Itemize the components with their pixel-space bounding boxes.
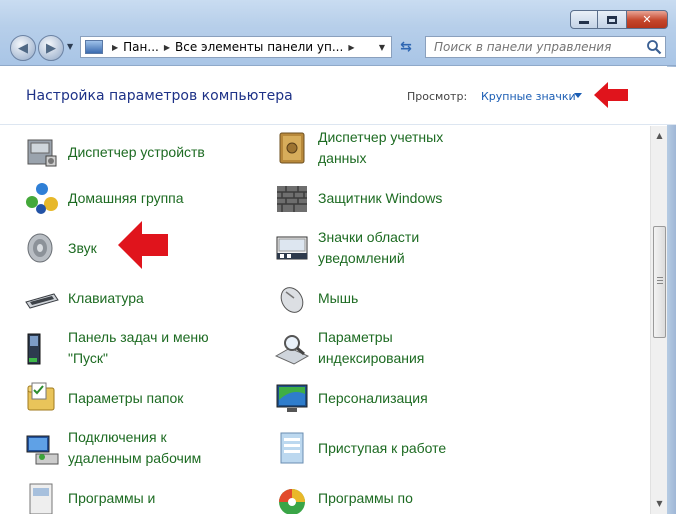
item-label: Приступая к работе <box>318 439 447 456</box>
address-bar[interactable]: ▶ Пан... ▶ Все элементы панели уп... ▶ ▼ <box>80 36 392 58</box>
item-notification-icons[interactable]: Значки области уведомлений <box>274 226 488 270</box>
getting-started-icon <box>280 432 304 464</box>
item-credential-manager[interactable]: Диспетчер учетных данных <box>274 126 488 170</box>
item-personalization[interactable]: Персонализация <box>274 376 488 420</box>
item-keyboard[interactable]: Клавиатура <box>24 276 238 320</box>
item-programs[interactable]: Программы и <box>24 476 238 514</box>
arrow-right-icon: ▶ <box>46 40 56 56</box>
chevron-down-icon: ▼ <box>378 42 386 52</box>
device-manager-icon <box>27 139 57 167</box>
minimize-icon <box>579 21 589 24</box>
item-getting-started[interactable]: Приступая к работе <box>274 426 488 470</box>
arrow-left-icon: ◀ <box>18 40 28 56</box>
item-label: Параметры индексирования <box>318 329 425 366</box>
item-label: Домашняя группа <box>68 189 184 206</box>
item-homegroup[interactable]: Домашняя группа <box>24 176 238 220</box>
item-windows-defender[interactable]: Защитник Windows <box>274 176 488 220</box>
view-mode-dropdown[interactable]: Крупные значки <box>481 90 576 103</box>
scroll-thumb[interactable] <box>653 226 666 338</box>
content-header: Настройка параметров компьютера Просмотр… <box>0 67 676 125</box>
item-folder-options[interactable]: Параметры папок <box>24 376 238 420</box>
close-icon: ✕ <box>642 13 652 26</box>
keyboard-icon <box>25 293 59 309</box>
item-label: Диспетчер устройств <box>68 143 205 160</box>
item-label: Диспетчер учетных данных <box>318 129 444 166</box>
item-label: Панель задач и меню "Пуск" <box>68 329 209 366</box>
close-button[interactable]: ✕ <box>626 10 668 29</box>
item-label: Значки области уведомлений <box>318 229 420 266</box>
breadcrumb-item[interactable]: Пан... <box>123 40 159 54</box>
view-label: Просмотр: <box>407 90 468 103</box>
taskbar-icon <box>27 333 41 365</box>
item-label: Персонализация <box>318 389 428 406</box>
chevron-right-icon[interactable]: ▶ <box>164 43 170 52</box>
grip-line <box>657 283 663 284</box>
speaker-icon <box>27 233 53 263</box>
credential-vault-icon <box>279 132 305 164</box>
chevron-down-icon: ▼ <box>656 498 663 508</box>
chevron-right-icon[interactable]: ▶ <box>112 43 118 52</box>
grip-line <box>657 280 663 281</box>
red-arrow-annotation-icon <box>594 82 628 108</box>
indexing-icon <box>274 335 310 365</box>
maximize-icon <box>607 15 617 24</box>
window-frame <box>667 66 676 514</box>
forward-button[interactable]: ▶ <box>38 35 64 61</box>
item-label: Программы и <box>68 489 156 506</box>
minimize-button[interactable] <box>570 10 598 29</box>
breadcrumb-item[interactable]: Все элементы панели уп... <box>175 40 343 54</box>
control-panel-items: Диспетчер устройств Домашняя группа Звук… <box>0 126 650 514</box>
item-indexing-options[interactable]: Параметры индексирования <box>274 326 488 370</box>
default-programs-icon <box>279 489 305 514</box>
personalization-icon <box>276 384 308 412</box>
grip-line <box>657 277 663 278</box>
folder-options-icon <box>27 382 55 411</box>
address-dropdown-button[interactable]: ▼ <box>373 37 391 57</box>
item-taskbar[interactable]: Панель задач и меню "Пуск" <box>24 326 238 370</box>
scroll-down-button[interactable]: ▼ <box>653 496 666 510</box>
notification-area-icon <box>276 236 308 260</box>
firewall-wall-icon <box>277 186 307 212</box>
item-default-programs[interactable]: Программы по <box>274 476 488 514</box>
back-button[interactable]: ◀ <box>10 35 36 61</box>
refresh-button[interactable]: ⇆ <box>394 36 418 58</box>
refresh-icon: ⇆ <box>400 39 412 55</box>
item-label: Мышь <box>318 289 359 306</box>
homegroup-icon <box>26 183 58 214</box>
recent-pages-dropdown[interactable]: ▼ <box>67 42 73 51</box>
item-label: Программы по <box>318 489 413 506</box>
red-arrow-annotation-icon <box>118 221 168 269</box>
control-panel-icon <box>85 40 103 54</box>
window-controls: ✕ <box>570 10 668 29</box>
chevron-up-icon: ▲ <box>656 130 663 140</box>
page-title: Настройка параметров компьютера <box>26 88 293 104</box>
search-icon[interactable] <box>646 39 662 55</box>
remote-desktop-icon <box>26 435 59 465</box>
item-label: Защитник Windows <box>318 189 443 206</box>
scroll-up-button[interactable]: ▲ <box>653 128 666 142</box>
search-input[interactable] <box>425 36 666 58</box>
maximize-button[interactable] <box>598 10 626 29</box>
item-mouse[interactable]: Мышь <box>274 276 488 320</box>
programs-icon <box>29 483 53 514</box>
item-device-manager[interactable]: Диспетчер устройств <box>24 130 238 174</box>
item-label: Подключения к удаленным рабочим <box>68 429 202 466</box>
item-label: Параметры папок <box>68 389 184 406</box>
item-label: Клавиатура <box>68 289 144 306</box>
vertical-scrollbar[interactable]: ▲ ▼ <box>650 126 667 514</box>
mouse-icon <box>280 287 304 313</box>
chevron-down-icon[interactable] <box>574 93 582 98</box>
item-remote-desktop[interactable]: Подключения к удаленным рабочим <box>24 426 238 470</box>
chevron-right-icon[interactable]: ▶ <box>348 43 354 52</box>
